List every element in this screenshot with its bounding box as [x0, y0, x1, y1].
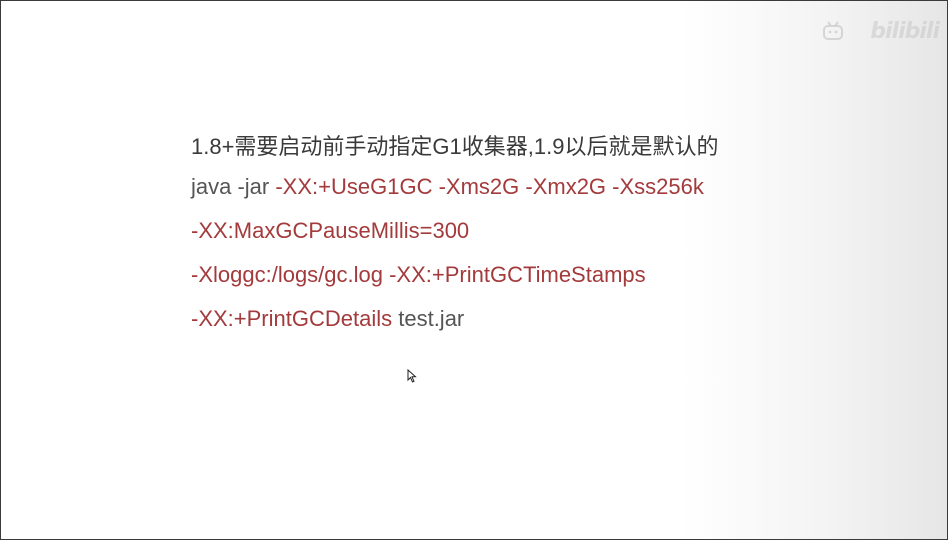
bilibili-wordmark: bilibili	[870, 18, 940, 44]
command-line-3: -Xloggc:/logs/gc.log -XX:+PrintGCTimeSta…	[191, 255, 911, 299]
command-line-1: java -jar -XX:+UseG1GC -Xms2G -Xmx2G -Xs…	[191, 167, 911, 211]
jar-file-name: test.jar	[392, 306, 465, 331]
slide-title-text: 1.8+需要启动前手动指定G1收集器,1.9以后就是默认的	[191, 134, 719, 159]
jvm-options-4: -XX:+PrintGCDetails	[191, 306, 393, 331]
presentation-frame: bilibili 1.8+需要启动前手动指定G1收集器,1.9以后就是默认的 j…	[0, 0, 948, 540]
jvm-options-3: -Xloggc:/logs/gc.log -XX:+PrintGCTimeSta…	[191, 262, 646, 287]
bilibili-logo-icon	[822, 20, 866, 42]
slide-title: 1.8+需要启动前手动指定G1收集器,1.9以后就是默认的	[191, 127, 911, 167]
mouse-pointer-icon	[407, 368, 417, 383]
jvm-options-2: -XX:MaxGCPauseMillis=300	[191, 218, 470, 243]
slide-content: 1.8+需要启动前手动指定G1收集器,1.9以后就是默认的 java -jar …	[191, 127, 911, 343]
command-line-4: -XX:+PrintGCDetails test.jar	[191, 299, 911, 343]
command-line-2: -XX:MaxGCPauseMillis=300	[191, 211, 911, 255]
command-prefix: java -jar	[191, 174, 276, 199]
jvm-options-1: -XX:+UseG1GC -Xms2G -Xmx2G -Xss256k	[275, 174, 704, 199]
bilibili-watermark: bilibili	[822, 13, 940, 49]
